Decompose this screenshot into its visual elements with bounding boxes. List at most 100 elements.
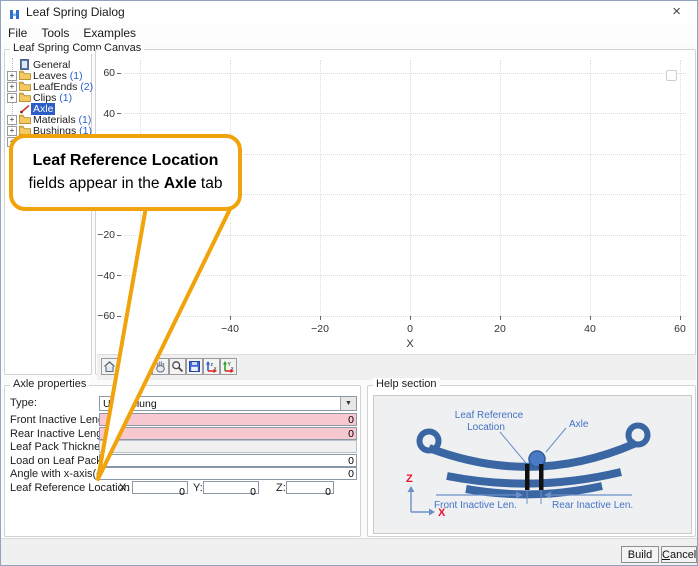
title-bar: Leaf Spring Dialog × <box>1 1 697 23</box>
expand-icon[interactable]: + <box>7 82 17 92</box>
prop-field-front-inactive-length <box>99 413 357 426</box>
view-zx-button[interactable]: zx <box>203 358 220 375</box>
prop-row-angle-with-x-axis-deg: Angle with x-axis(deg): <box>5 467 360 481</box>
x-tick-mark <box>410 316 411 320</box>
right-eye <box>629 426 648 445</box>
svg-text:Location: Location <box>467 422 505 433</box>
x-tick-mark <box>230 316 231 320</box>
prop-input-rear-inactive-length[interactable] <box>100 428 356 439</box>
svg-text:Leaf Reference: Leaf Reference <box>455 410 524 421</box>
x-coord-label: X: <box>119 482 129 494</box>
left-eye <box>420 432 439 451</box>
x-coord-field[interactable] <box>133 487 187 498</box>
prop-field-load-on-leaf-pack <box>99 454 357 467</box>
expand-icon[interactable]: + <box>7 115 17 125</box>
x-tick-label: −60 <box>124 323 156 335</box>
y-tick-mark <box>117 113 121 114</box>
prop-label-load-on-leaf-pack: Load on Leaf Pack: <box>10 455 105 467</box>
expand-icon[interactable]: + <box>7 71 17 81</box>
y-coord-field[interactable] <box>204 487 258 498</box>
x-axis-title: X <box>400 338 420 350</box>
window-title: Leaf Spring Dialog <box>26 5 125 19</box>
prop-row-type: Type:Underslung▼ <box>5 396 360 410</box>
svg-text:Z: Z <box>406 473 413 485</box>
expand-icon[interactable]: + <box>7 93 17 103</box>
back-button[interactable] <box>118 358 135 375</box>
y-tick-mark <box>117 275 121 276</box>
y-tick-mark <box>117 316 121 317</box>
gridline-vertical <box>590 60 591 316</box>
gridline-vertical <box>500 60 501 316</box>
gridline-horizontal <box>121 113 686 114</box>
menu-item-file[interactable]: File <box>1 23 34 40</box>
callout-line1: Leaf Reference Location <box>13 149 238 172</box>
close-icon[interactable]: × <box>672 3 681 21</box>
x-tick-mark <box>680 316 681 320</box>
footer-bar: Build Cancel <box>1 538 697 566</box>
callout-bubble: Leaf Reference Location fields appear in… <box>9 134 242 211</box>
prop-input-front-inactive-length[interactable] <box>100 415 356 426</box>
axle-properties-title: Axle properties <box>10 378 89 390</box>
save-button[interactable] <box>186 358 203 375</box>
prop-input-angle-with-x-axis-deg[interactable] <box>100 469 356 480</box>
home-button[interactable] <box>101 358 118 375</box>
z-coord-label: Z: <box>276 482 286 494</box>
gridline-horizontal <box>121 73 686 74</box>
app-icon <box>9 7 20 18</box>
prop-input-load-on-leaf-pack[interactable] <box>100 455 356 466</box>
prop-row-leaf-pack-thickness: Leaf Pack Thickness: <box>5 440 360 454</box>
svg-text:Axle: Axle <box>569 419 589 430</box>
gridline-horizontal <box>121 316 686 317</box>
help-section-panel: Help section <box>367 385 696 537</box>
y-tick-label: 40 <box>96 108 115 120</box>
x-tick-mark <box>500 316 501 320</box>
svg-text:Front Inactive Len.: Front Inactive Len. <box>434 500 517 511</box>
zoom-button[interactable] <box>169 358 186 375</box>
build-button[interactable]: Build <box>621 546 659 563</box>
menu-item-examples[interactable]: Examples <box>76 23 143 40</box>
prop-input-leaf-pack-thickness <box>100 442 356 453</box>
y-tick-mark <box>117 235 121 236</box>
prop-row-front-inactive-length: Front Inactive Length: <box>5 413 360 427</box>
gridline-vertical <box>410 60 411 316</box>
prop-field-angle-with-x-axis-deg <box>99 467 357 480</box>
y-tick-label: −60 <box>96 310 115 322</box>
legend-box <box>666 70 677 81</box>
canvas-panel: Canvas −60−40−2002040606040200−20−40−60 … <box>95 49 696 375</box>
type-dropdown-value: Underslung <box>103 398 157 410</box>
axle-properties-panel: Axle properties Type:Underslung▼Front In… <box>4 385 361 537</box>
x-tick-label: 0 <box>394 323 426 335</box>
pan-button[interactable] <box>152 358 169 375</box>
gridline-horizontal <box>121 275 686 276</box>
x-tick-label: 60 <box>664 323 696 335</box>
z-coord-field[interactable] <box>287 487 333 498</box>
prop-field-leaf-pack-thickness <box>99 440 357 453</box>
type-dropdown[interactable]: Underslung ▼ <box>99 396 357 411</box>
forward-button[interactable] <box>135 358 152 375</box>
gridline-vertical <box>680 60 681 316</box>
plot-toolbar: zxYx <box>97 354 696 380</box>
y-tick-label: −40 <box>96 270 115 282</box>
menu-item-tools[interactable]: Tools <box>34 23 76 40</box>
menu-bar: FileToolsExamples <box>1 23 697 43</box>
cancel-button[interactable]: Cancel <box>661 546 697 563</box>
leaf-spring-diagram: Leaf Reference Location Axle Front Inact… <box>373 395 692 534</box>
gridline-horizontal <box>121 235 686 236</box>
expand-icon[interactable]: + <box>7 126 17 136</box>
y-tick-mark <box>117 73 121 74</box>
y-coord-label: Y: <box>193 482 203 494</box>
help-section-title: Help section <box>373 378 440 390</box>
chevron-down-icon[interactable]: ▼ <box>340 397 356 410</box>
x-coord-field-wrap <box>132 481 188 494</box>
view-yx-button[interactable]: Yx <box>220 358 237 375</box>
prop-row-load-on-leaf-pack: Load on Leaf Pack: <box>5 454 360 468</box>
x-tick-label: −40 <box>214 323 246 335</box>
x-tick-mark <box>140 316 141 320</box>
y-tick-label: −20 <box>96 229 115 241</box>
prop-field-rear-inactive-length <box>99 427 357 440</box>
callout-line2: fields appear in the Axle tab <box>13 172 238 195</box>
x-tick-label: −20 <box>304 323 336 335</box>
leaf-reference-location-row: Leaf Reference Location X: Y: Z: <box>5 481 360 495</box>
y-tick-label: 60 <box>96 67 115 79</box>
x-tick-mark <box>590 316 591 320</box>
